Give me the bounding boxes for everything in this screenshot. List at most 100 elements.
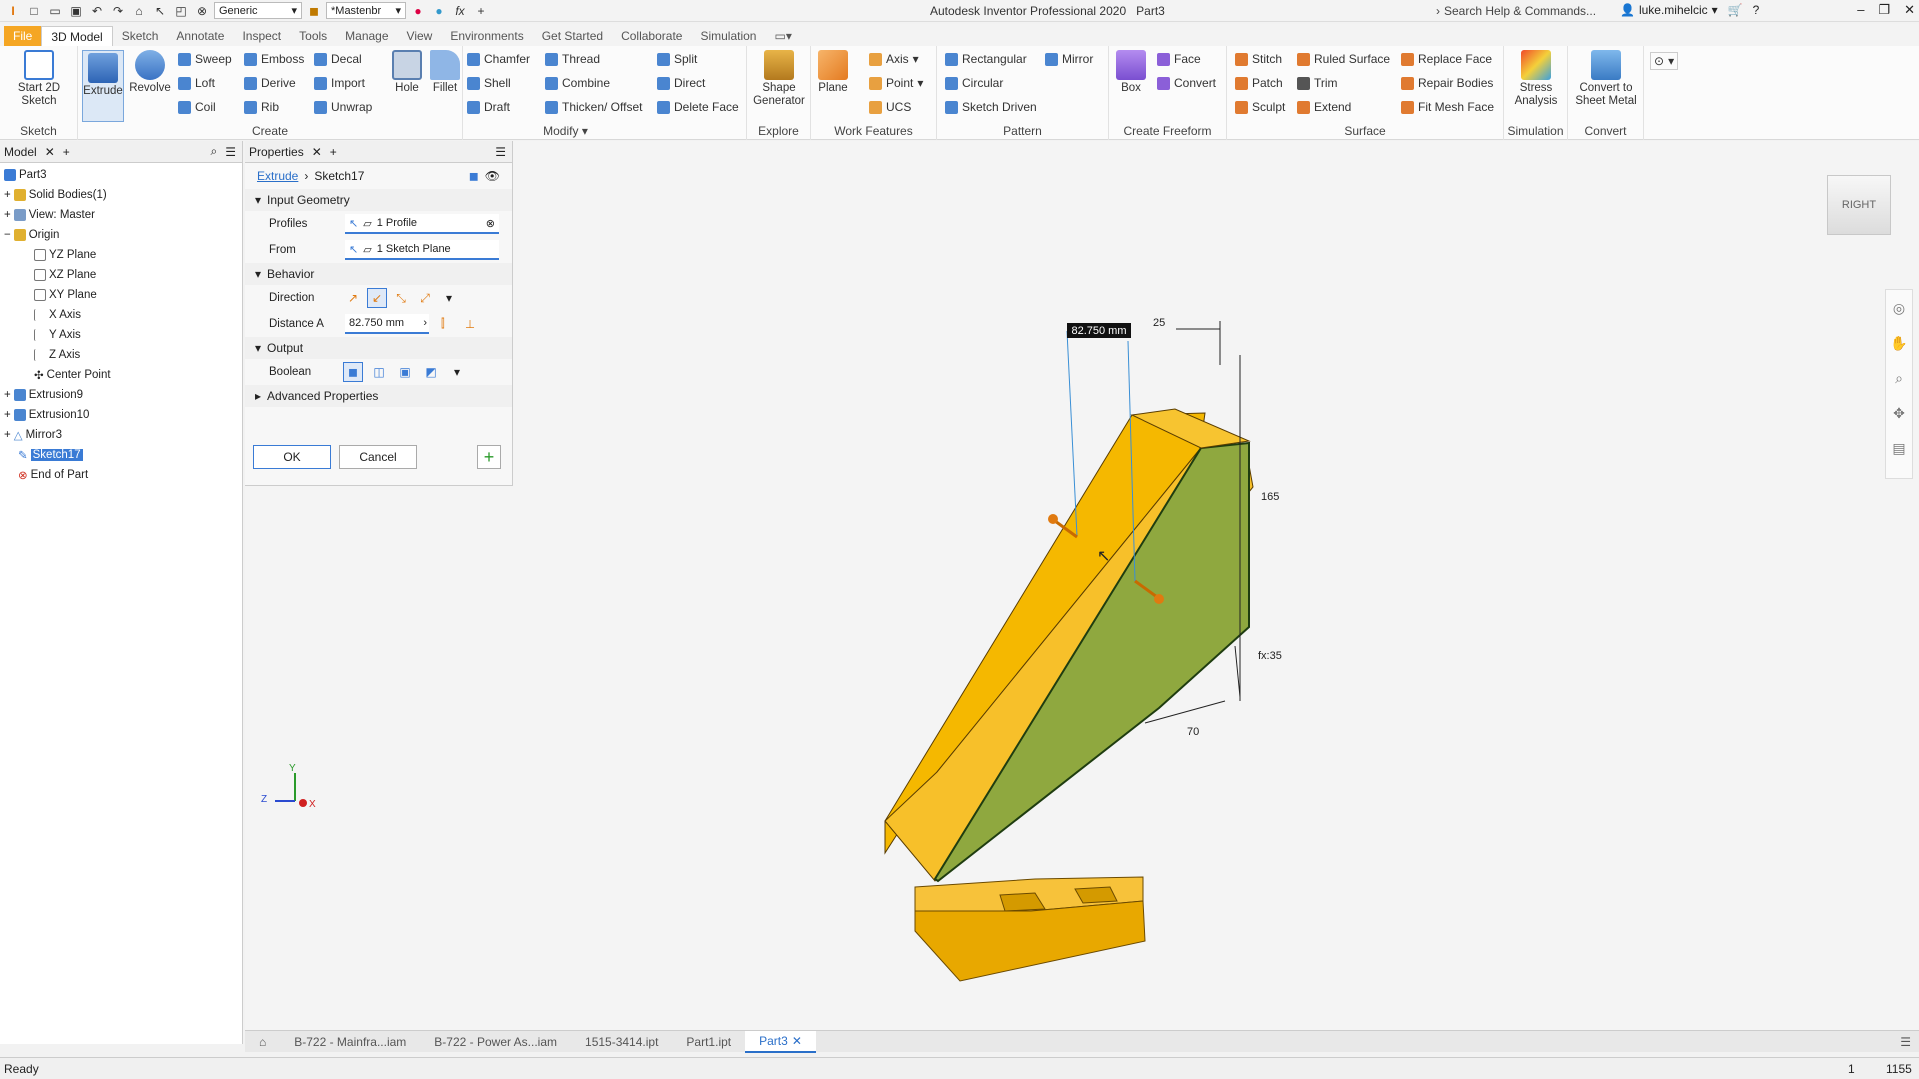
tab-menu-icon[interactable]: ☰	[1900, 1035, 1911, 1049]
dimension-label-25[interactable]: 25	[1153, 317, 1166, 329]
tree-node-extrusion10[interactable]: + Extrusion10	[0, 405, 242, 425]
orbit-icon[interactable]: ✥	[1893, 405, 1905, 422]
sketch-driven-button[interactable]: Sketch Driven	[945, 100, 1037, 114]
apply-button[interactable]: +	[477, 445, 501, 469]
shell-button[interactable]: Shell	[467, 76, 511, 90]
tree-node-origin[interactable]: − Origin	[0, 225, 242, 245]
tree-node-mirror3[interactable]: + △ Mirror3	[0, 425, 242, 445]
expand-icon[interactable]: +	[4, 429, 11, 441]
tree-node-extrusion9[interactable]: + Extrusion9	[0, 385, 242, 405]
fit-mesh-face-button[interactable]: Fit Mesh Face	[1401, 100, 1494, 114]
emboss-button[interactable]: Emboss	[244, 52, 304, 66]
tree-node-xy-plane[interactable]: XY Plane	[0, 285, 242, 305]
draft-button[interactable]: Draft	[467, 100, 510, 114]
distance-to-icon[interactable]: ⫿	[441, 318, 445, 331]
tab-properties[interactable]: Properties	[249, 145, 304, 159]
extend-button[interactable]: Extend	[1297, 100, 1351, 114]
open-icon[interactable]: ▭	[46, 3, 64, 19]
derive-button[interactable]: Derive	[244, 76, 296, 90]
thicken-offset-button[interactable]: Thicken/ Offset	[545, 100, 642, 114]
ucs-button[interactable]: UCS	[869, 100, 911, 114]
rib-button[interactable]: Rib	[244, 100, 279, 114]
doc-tab-power-assembly[interactable]: B-722 - Power As...iam	[420, 1031, 571, 1053]
restore-icon[interactable]: ❐	[1878, 2, 1890, 18]
tab-inspect[interactable]: Inspect	[233, 26, 290, 46]
hole-button[interactable]: Hole	[389, 50, 425, 95]
distance-a-field[interactable]: 82.750 mm ›	[345, 314, 429, 334]
material-select[interactable]: Generic ▾	[214, 2, 302, 19]
tab-tools[interactable]: Tools	[290, 26, 336, 46]
direct-button[interactable]: Direct	[657, 76, 705, 90]
revolve-button[interactable]: Revolve	[128, 50, 172, 95]
tree-node-center-point[interactable]: ✣ Center Point	[0, 365, 242, 385]
mirror-button[interactable]: Mirror	[1045, 52, 1093, 66]
save-icon[interactable]: ▣	[67, 3, 85, 19]
tree-node-end-of-part[interactable]: ⊗ End of Part	[0, 465, 242, 485]
doc-tab-part1[interactable]: Part1.ipt	[672, 1031, 745, 1053]
tree-node-solid-bodies[interactable]: + Solid Bodies(1)	[0, 185, 242, 205]
chevron-down-icon[interactable]: ▾	[447, 362, 467, 382]
close-icon[interactable]: ✕	[45, 145, 55, 159]
preset-icon[interactable]: ◼	[469, 169, 479, 183]
trim-button[interactable]: Trim	[1297, 76, 1338, 90]
clear-override-icon[interactable]: ●	[430, 3, 448, 19]
close-icon[interactable]: ✕	[1904, 2, 1915, 18]
unwrap-button[interactable]: Unwrap	[314, 100, 372, 114]
help-search[interactable]: › Search Help & Commands...	[1436, 2, 1606, 20]
ruled-surface-button[interactable]: Ruled Surface	[1297, 52, 1390, 66]
tree-node-x-axis[interactable]: X Axis	[0, 305, 242, 325]
color-override-icon[interactable]: ●	[409, 3, 427, 19]
steering-wheel-icon[interactable]: ◎	[1893, 300, 1905, 317]
add-tab-icon[interactable]: +	[63, 145, 70, 159]
dimension-label-35[interactable]: fx:35	[1258, 650, 1282, 662]
stress-analysis-button[interactable]: Stress Analysis	[1508, 50, 1564, 108]
sculpt-button[interactable]: Sculpt	[1235, 100, 1285, 114]
tab-collaborate[interactable]: Collaborate	[612, 26, 691, 46]
import-button[interactable]: Import	[314, 76, 365, 90]
help-icon[interactable]: ?	[1753, 3, 1760, 17]
fx-icon[interactable]: fx	[451, 3, 469, 19]
extrude-button[interactable]: Extrude	[82, 50, 124, 122]
appearance-select[interactable]: *Mastenbr ▾	[326, 2, 406, 19]
profiles-field[interactable]: ↖ ▱ 1 Profile ⊗	[345, 214, 499, 234]
panel-modify-label[interactable]: Modify ▾	[385, 124, 746, 138]
sweep-button[interactable]: Sweep	[178, 52, 232, 66]
box-button[interactable]: Box	[1113, 50, 1149, 95]
expand-icon[interactable]: +	[4, 389, 11, 401]
tab-3d-model[interactable]: 3D Model	[41, 26, 113, 46]
add-icon[interactable]: +	[472, 3, 490, 19]
select-icon[interactable]: ↖	[151, 3, 169, 19]
tab-model[interactable]: Model	[4, 145, 37, 159]
split-button[interactable]: Split	[657, 52, 697, 66]
thread-button[interactable]: Thread	[545, 52, 600, 66]
axis-button[interactable]: Axis ▾	[869, 52, 919, 66]
direction-asymmetric-icon[interactable]: ⤢	[415, 288, 435, 308]
plane-button[interactable]: Plane	[815, 50, 851, 95]
sketch-line[interactable]	[1066, 330, 1078, 537]
chamfer-button[interactable]: Chamfer	[467, 52, 530, 66]
patch-button[interactable]: Patch	[1235, 76, 1283, 90]
join-icon[interactable]: ◼	[343, 362, 363, 382]
rectangular-button[interactable]: Rectangular	[945, 52, 1027, 66]
tab-annotate[interactable]: Annotate	[167, 26, 233, 46]
doc-tab-part3[interactable]: Part3 ✕	[745, 1030, 816, 1053]
direction-handle[interactable]	[1048, 514, 1058, 524]
update-icon[interactable]: ◰	[172, 3, 190, 19]
tab-file[interactable]: File	[4, 26, 42, 46]
tree-node-y-axis[interactable]: Y Axis	[0, 325, 242, 345]
tree-node-part3[interactable]: Part3	[0, 165, 242, 185]
face-button[interactable]: Face	[1157, 52, 1201, 66]
chevron-down-icon[interactable]: ▾	[439, 288, 459, 308]
circular-button[interactable]: Circular	[945, 76, 1003, 90]
base-block-front[interactable]	[914, 900, 1146, 982]
stitch-button[interactable]: Stitch	[1235, 52, 1282, 66]
coil-button[interactable]: Coil	[178, 100, 216, 114]
expand-icon[interactable]: +	[4, 189, 11, 201]
convert-to-sheet-metal-button[interactable]: Convert to Sheet Metal	[1572, 50, 1640, 108]
direction-default-icon[interactable]: ↗	[343, 288, 363, 308]
cut-icon[interactable]: ◫	[369, 362, 389, 382]
new-solid-icon[interactable]: ◩	[421, 362, 441, 382]
direction-handle[interactable]	[1154, 594, 1164, 604]
direction-flipped-icon[interactable]: ↙	[367, 288, 387, 308]
pan-icon[interactable]: ✋	[1890, 335, 1907, 352]
